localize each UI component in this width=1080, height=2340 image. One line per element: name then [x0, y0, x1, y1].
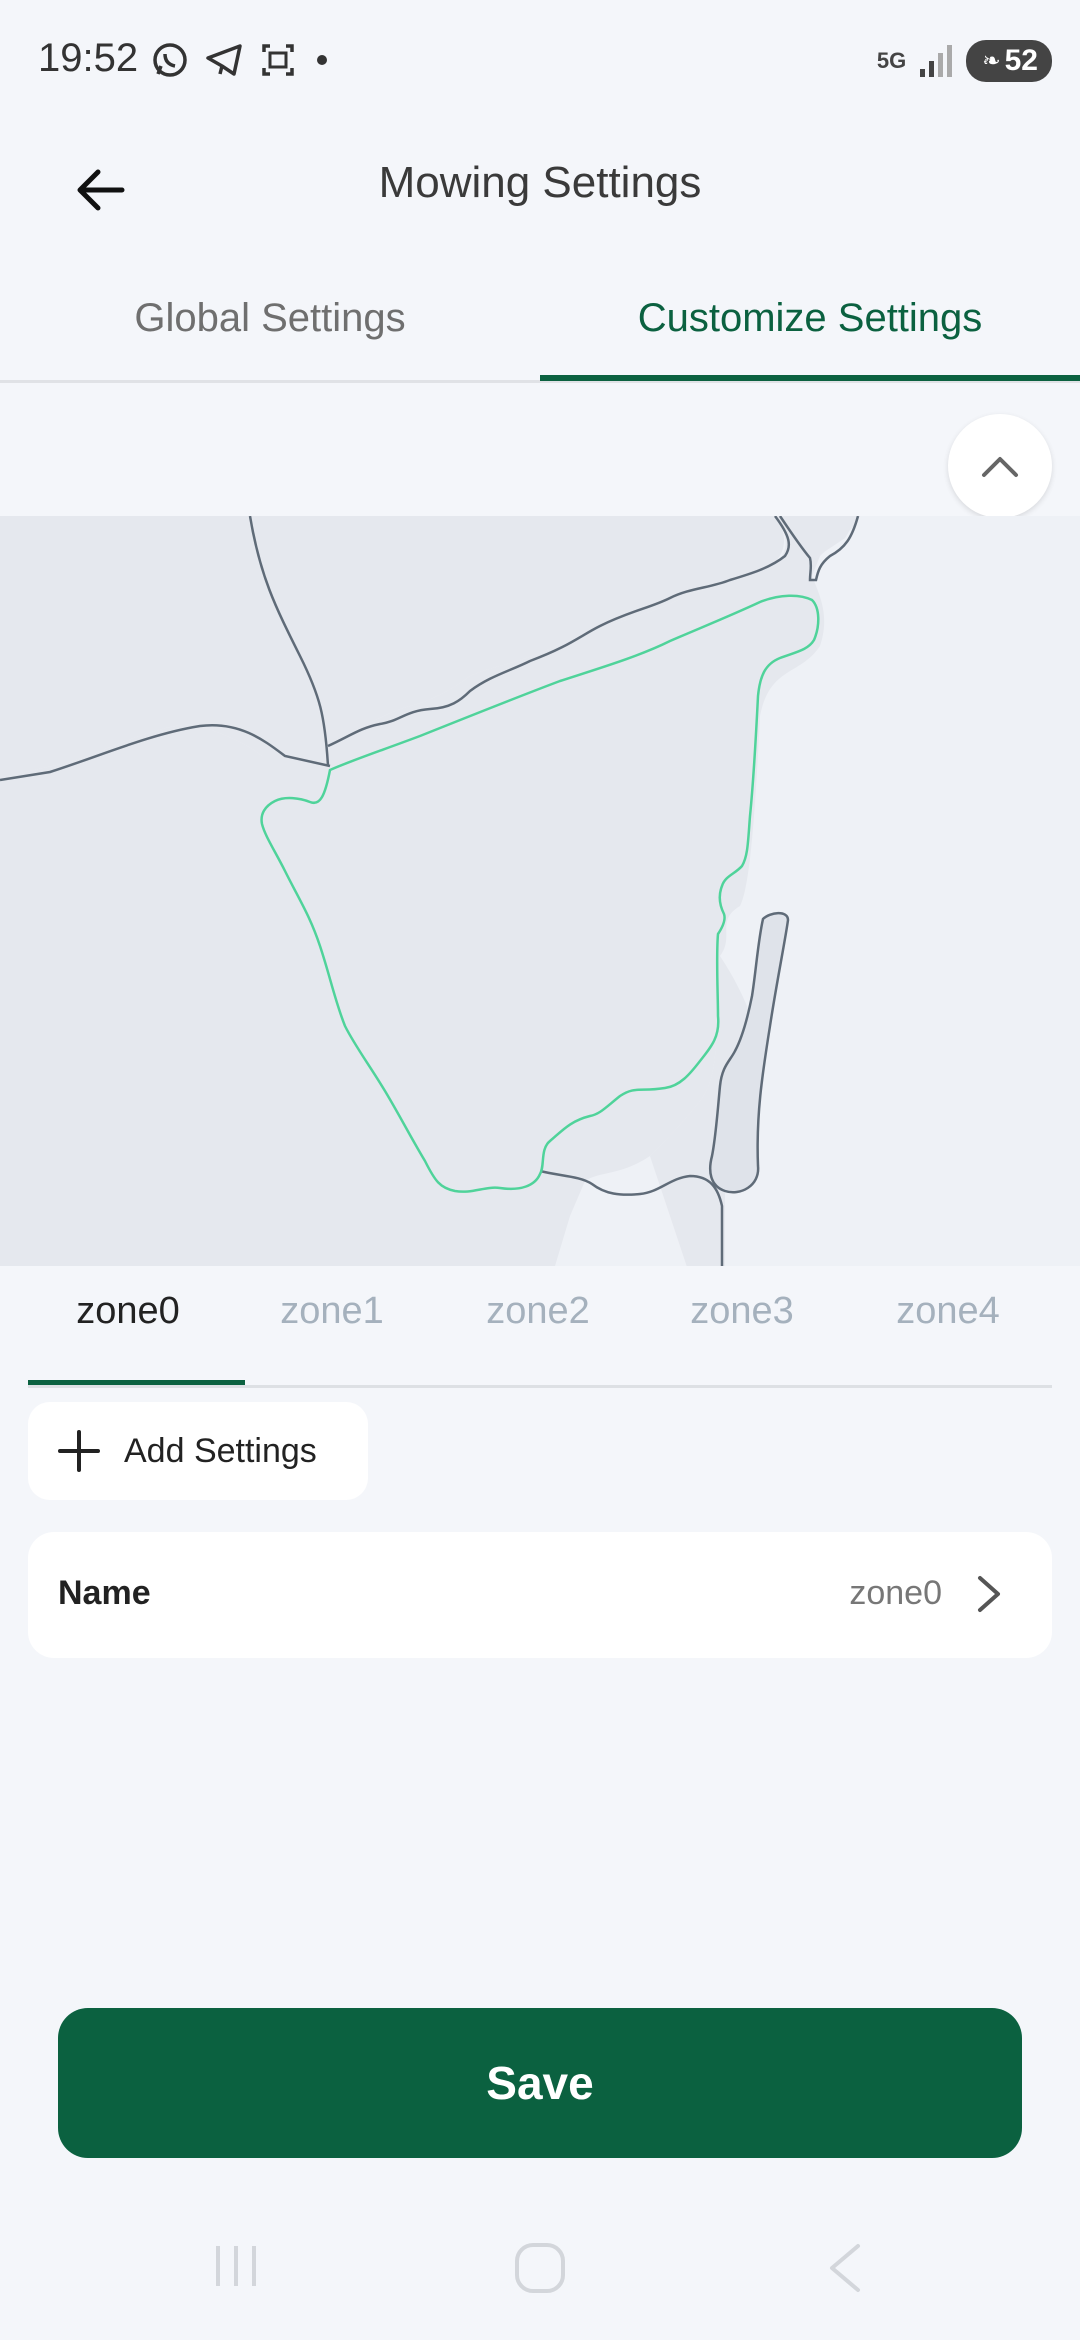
- tab-customize-settings[interactable]: Customize Settings: [540, 296, 1080, 341]
- name-value: zone0: [849, 1574, 942, 1612]
- name-label: Name: [58, 1574, 151, 1612]
- status-system-icons: 5G ❧ 52: [877, 40, 1052, 82]
- name-row[interactable]: Name zone0: [28, 1532, 1052, 1658]
- zone-tab-1[interactable]: zone1: [232, 1290, 432, 1333]
- plus-icon: [58, 1430, 100, 1472]
- network-type: 5G: [876, 48, 907, 73]
- zone-tab-bar: zone0 zone1 zone2 zone3 zone4: [28, 1290, 1052, 1386]
- zone-tab-divider: [28, 1385, 1052, 1388]
- zone-tab-3[interactable]: zone3: [642, 1290, 842, 1333]
- dot-icon: [317, 55, 327, 65]
- tab-global-settings[interactable]: Global Settings: [0, 296, 540, 341]
- chevron-up-icon: [982, 457, 1018, 477]
- home-icon[interactable]: [512, 2240, 568, 2296]
- collapse-map-button[interactable]: [948, 414, 1052, 518]
- battery-leaf-icon: ❧: [982, 48, 1001, 73]
- screenshot-icon: [262, 44, 294, 76]
- whatsapp-icon: [153, 43, 187, 77]
- zone-tab-0[interactable]: zone0: [28, 1290, 228, 1333]
- add-settings-label: Add Settings: [124, 1431, 317, 1470]
- tab-active-indicator: [540, 375, 1080, 381]
- add-settings-button[interactable]: Add Settings: [28, 1402, 368, 1500]
- zone-tab-active-indicator: [28, 1380, 245, 1385]
- recent-apps-icon[interactable]: [210, 2240, 262, 2292]
- status-time: 19:52: [38, 36, 139, 80]
- zone-map[interactable]: [0, 516, 1080, 1266]
- status-notification-icons: [150, 40, 332, 80]
- zone-tab-2[interactable]: zone2: [438, 1290, 638, 1333]
- signal-icon: [920, 45, 953, 77]
- back-nav-icon[interactable]: [822, 2240, 866, 2296]
- save-button[interactable]: Save: [58, 2008, 1022, 2158]
- chevron-right-icon: [978, 1576, 1000, 1612]
- battery-indicator: ❧ 52: [966, 40, 1052, 82]
- telegram-icon: [206, 44, 242, 76]
- page-title: Mowing Settings: [378, 158, 702, 207]
- zone-tab-4[interactable]: zone4: [848, 1290, 1048, 1333]
- battery-level: 52: [1004, 44, 1038, 77]
